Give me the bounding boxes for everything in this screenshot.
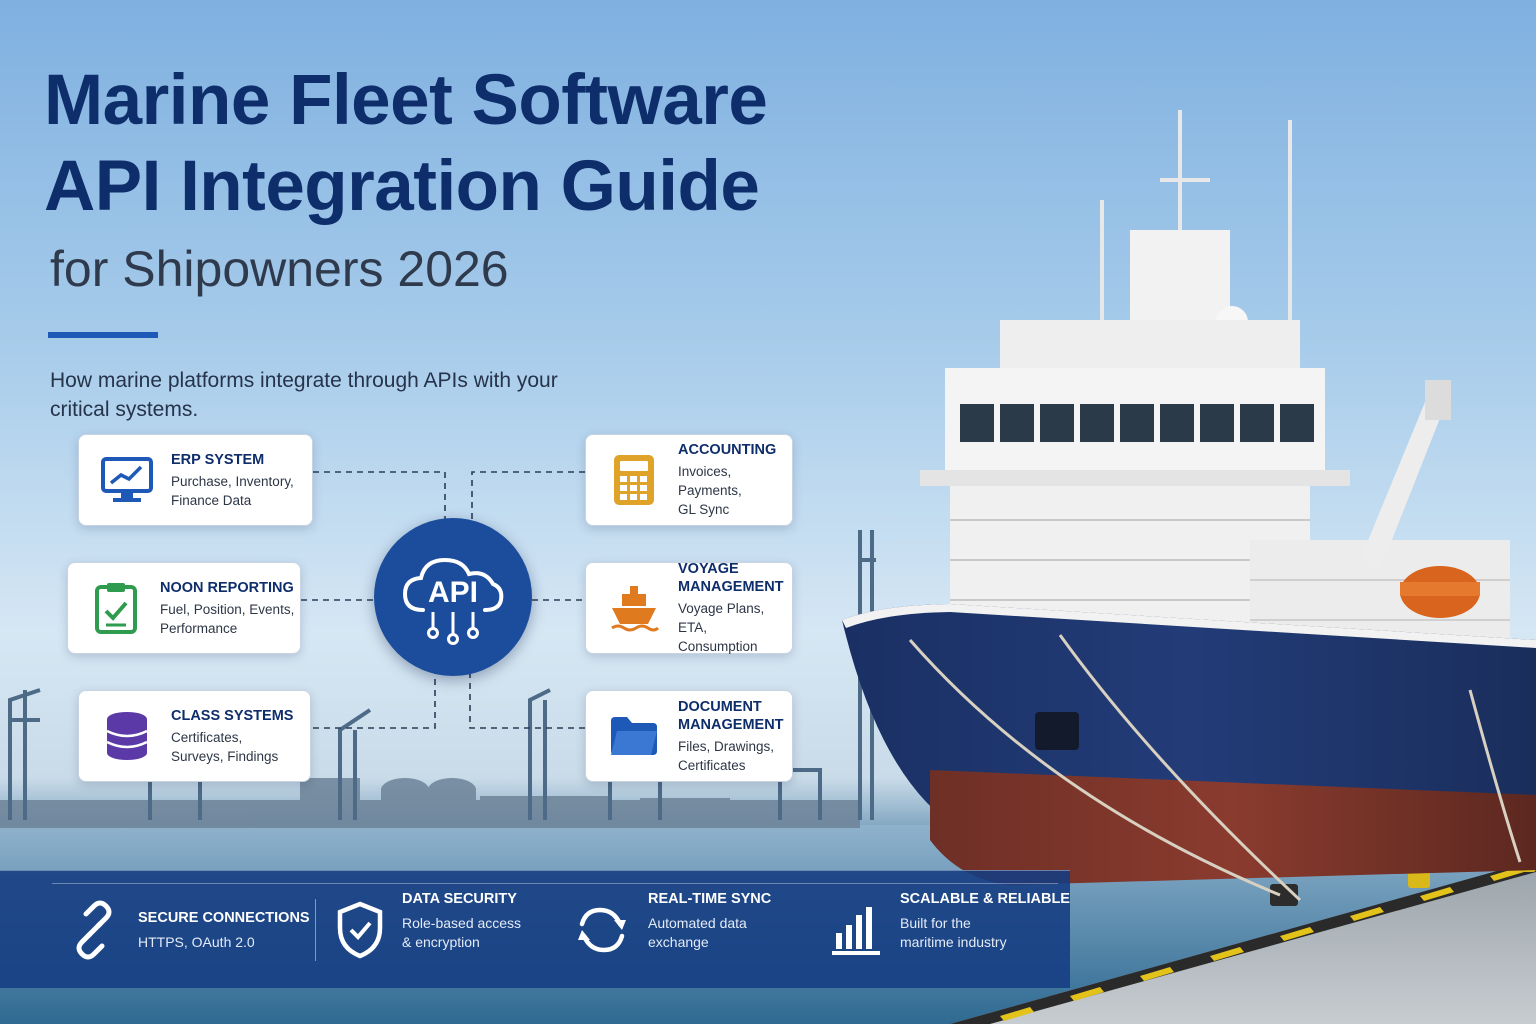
folder-icon	[611, 717, 657, 755]
card-description: Invoices, Payments, GL Sync	[678, 462, 792, 519]
card-desc-line: Finance Data	[171, 492, 252, 508]
card-desc-line: Certificates,	[171, 729, 243, 745]
shield-icon	[337, 901, 383, 959]
card-desc-line: Files, Drawings,	[678, 738, 775, 754]
accounting-card[interactable]: ACCOUNTING Invoices, Payments, GL Sync	[585, 434, 793, 526]
feature-secure-connections: SECURE CONNECTIONS HTTPS, OAuth 2.0	[64, 871, 310, 989]
feature-scalable-reliable: SCALABLE & RELIABLE Built for the mariti…	[830, 871, 1070, 989]
feature-data-security: DATA SECURITY Role-based access & encryp…	[334, 871, 521, 989]
feature-desc-line: Built for the	[900, 915, 971, 931]
noon-reporting-card[interactable]: NOON REPORTING Fuel, Position, Events, P…	[67, 562, 301, 654]
card-title: ACCOUNTING	[678, 442, 777, 458]
card-description: Voyage Plans, ETA, Consumption	[678, 599, 792, 656]
card-title-line: DOCUMENT	[678, 698, 762, 715]
ship-icon	[611, 586, 660, 632]
feature-description: HTTPS, OAuth 2.0	[138, 933, 255, 950]
card-title: VOYAGE MANAGEMENT	[678, 560, 792, 596]
feature-title: REAL-TIME SYNC	[648, 891, 772, 907]
feature-desc-line: exchange	[648, 934, 709, 950]
feature-real-time-sync: REAL-TIME SYNC Automated data exchange	[574, 871, 771, 989]
card-title-line: VOYAGE	[678, 561, 739, 577]
feature-desc-line: maritime industry	[900, 934, 1007, 950]
calculator-icon	[614, 455, 654, 505]
link-icon	[76, 900, 112, 960]
voyage-management-card[interactable]: VOYAGE MANAGEMENT Voyage Plans, ETA, Con…	[585, 560, 793, 656]
card-desc-line: Certificates	[678, 757, 746, 773]
database-icon	[106, 712, 148, 760]
feature-divider	[315, 899, 316, 961]
monitor-chart-icon	[101, 457, 153, 502]
class-systems-card[interactable]: CLASS SYSTEMS Certificates, Surveys, Fin…	[78, 690, 311, 782]
card-title: ERP SYSTEM	[171, 451, 265, 468]
card-title: CLASS SYSTEMS	[171, 707, 294, 724]
card-description: Fuel, Position, Events, Performance	[160, 600, 294, 638]
feature-description: Role-based access & encryption	[402, 914, 521, 952]
sync-icon	[578, 907, 626, 953]
card-desc-line: Fuel, Position, Events,	[160, 601, 295, 617]
card-desc-line: Consumption	[678, 639, 758, 654]
card-description: Purchase, Inventory, Finance Data	[171, 472, 294, 510]
card-title-line: MANAGEMENT	[678, 579, 784, 595]
card-title-line: MANAGEMENT	[678, 716, 784, 733]
card-desc-line: GL Sync	[678, 502, 730, 517]
card-description: Certificates, Surveys, Findings	[171, 728, 293, 766]
feature-title: SCALABLE & RELIABLE	[900, 891, 1070, 907]
card-desc-line: Surveys, Findings	[171, 748, 279, 764]
feature-desc-line: & encryption	[402, 934, 480, 950]
feature-title: SECURE CONNECTIONS	[138, 909, 310, 926]
card-title: NOON REPORTING	[160, 579, 294, 596]
api-hub: API	[374, 518, 532, 676]
erp-system-card[interactable]: ERP SYSTEM Purchase, Inventory, Finance …	[78, 434, 313, 526]
card-desc-line: Invoices, Payments,	[678, 464, 742, 498]
card-description: Files, Drawings, Certificates	[678, 737, 784, 775]
api-label: API	[427, 576, 478, 609]
feature-title: DATA SECURITY	[402, 891, 517, 907]
feature-description: Automated data exchange	[648, 914, 771, 952]
feature-description: Built for the maritime industry	[900, 914, 1070, 952]
card-desc-line: Voyage Plans, ETA,	[678, 601, 765, 635]
feature-desc-line: Role-based access	[402, 915, 522, 931]
clipboard-check-icon	[95, 583, 137, 634]
card-desc-line: Purchase, Inventory,	[171, 473, 294, 489]
document-management-card[interactable]: DOCUMENT MANAGEMENT Files, Drawings, Cer…	[585, 690, 793, 782]
features-bar: SECURE CONNECTIONS HTTPS, OAuth 2.0 DATA…	[0, 870, 1070, 988]
card-desc-line: Performance	[160, 620, 238, 636]
feature-desc-line: Automated data	[648, 915, 747, 931]
card-title: DOCUMENT MANAGEMENT	[678, 698, 784, 734]
bar-chart-icon	[832, 907, 880, 955]
